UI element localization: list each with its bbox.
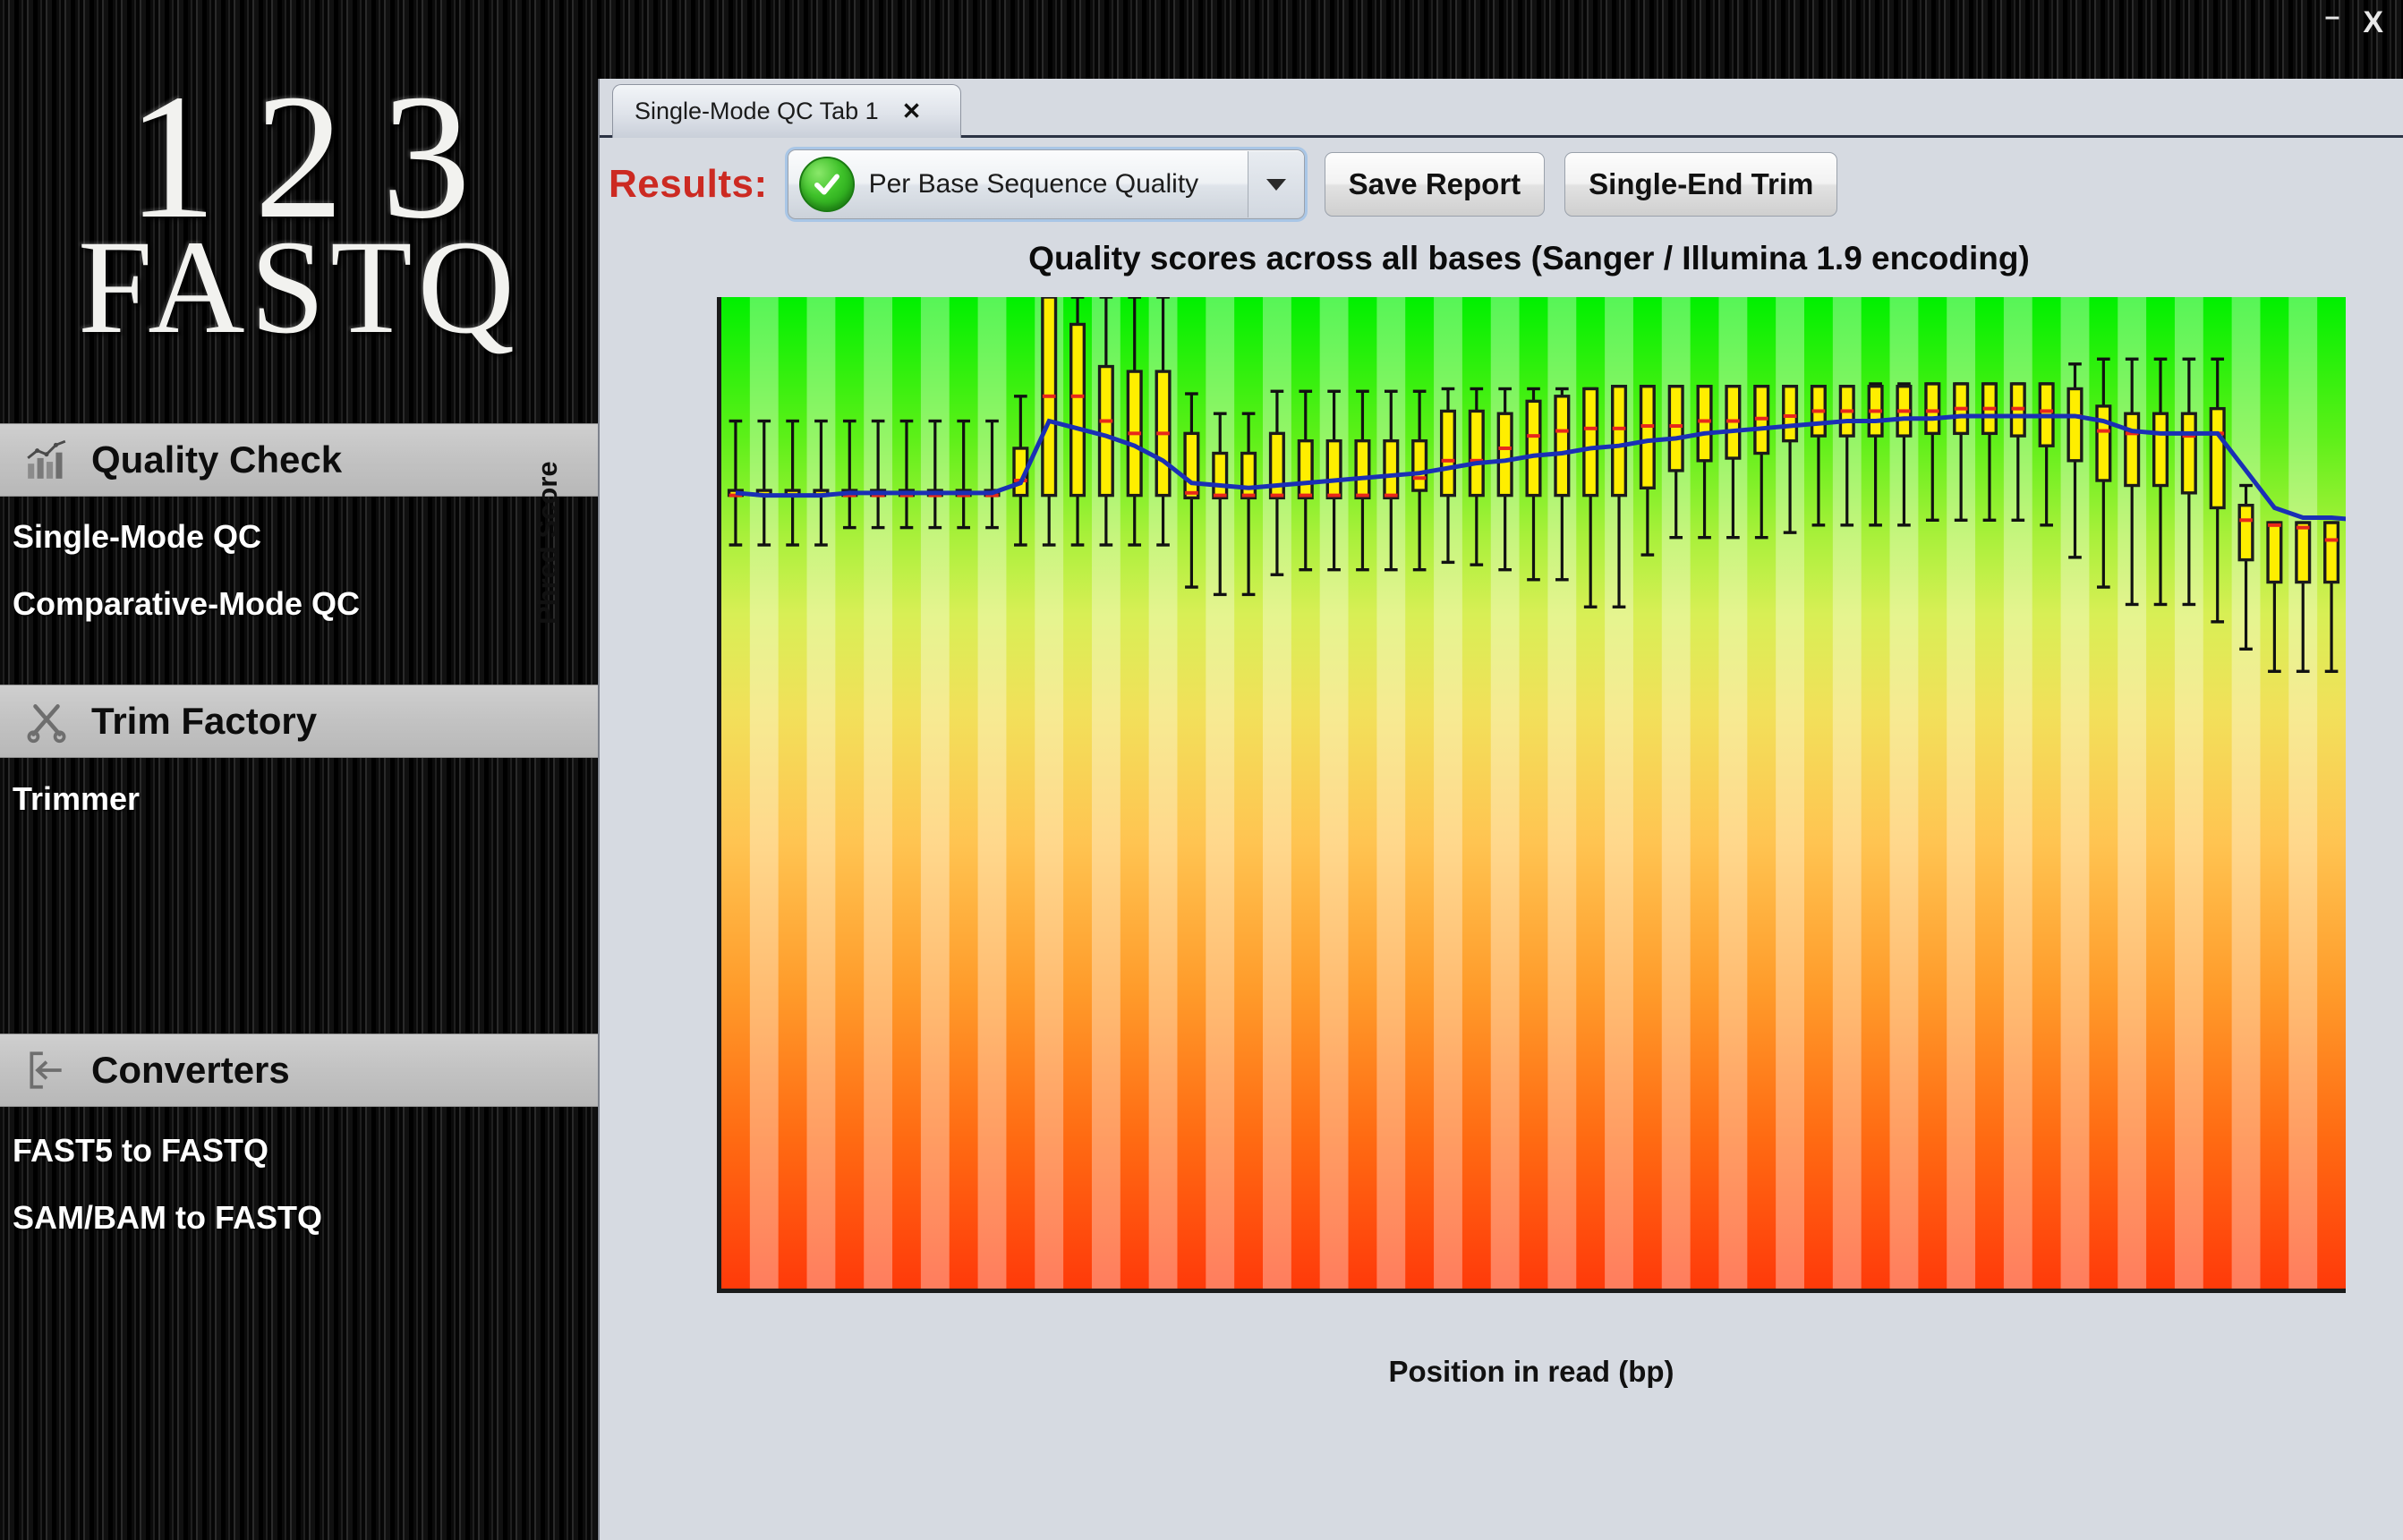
sidebar-item-comparative-mode-qc[interactable]: Comparative-Mode QC [0,570,598,638]
app-logo: 123 FASTQ [0,0,598,423]
sidebar: 123 FASTQ Quality Check Single-Mode QC C… [0,0,598,1540]
sidebar-section-label: Trim Factory [91,700,318,742]
scissors-icon [21,696,72,746]
chart-plot-area: 0246810121416182022242628303234363840135… [717,297,2346,1293]
sidebar-section-label: Quality Check [91,438,343,481]
sidebar-item-label: SAM/BAM to FASTQ [13,1199,322,1236]
sidebar-section-trim-factory[interactable]: Trim Factory [0,685,598,758]
tab-label: Single-Mode QC Tab 1 [635,98,879,124]
sidebar-item-label: FAST5 to FASTQ [13,1132,269,1169]
single-end-trim-button[interactable]: Single-End Trim [1564,152,1838,217]
sidebar-item-label: Comparative-Mode QC [13,585,361,622]
window-controls: – X [2325,4,2383,38]
close-icon[interactable]: X [2363,7,2383,38]
check-circle-icon [798,157,855,212]
sidebar-item-single-mode-qc[interactable]: Single-Mode QC [0,503,598,571]
sidebar-item-label: Single-Mode QC [13,518,261,555]
y-axis-label: Phred Score [532,461,563,625]
results-toolbar: Results: Per Base Sequence Quality Save … [600,138,2403,231]
sidebar-section-label: Converters [91,1049,290,1091]
boxplot-canvas [721,297,2346,1289]
close-icon[interactable]: ✕ [902,98,922,125]
app-window: – X 123 FASTQ Quality Check Single-Mode … [0,0,2403,1540]
sidebar-section-converters[interactable]: Converters [0,1034,598,1107]
bar-chart-icon [21,435,72,485]
logo-wordmark: FASTQ [78,212,520,362]
minimize-icon[interactable]: – [2325,4,2340,30]
per-base-quality-chart: Quality scores across all bases (Sanger … [532,231,2403,1540]
results-label: Results: [609,162,768,206]
tab-strip: Single-Mode QC Tab 1 ✕ [600,79,2403,138]
chevron-down-icon[interactable] [1247,151,1304,217]
chart-title: Quality scores across all bases (Sanger … [1028,240,2030,277]
module-select[interactable]: Per Base Sequence Quality [787,149,1305,219]
sidebar-item-sambam-to-fastq[interactable]: SAM/BAM to FASTQ [0,1184,598,1252]
tab-single-mode-qc-1[interactable]: Single-Mode QC Tab 1 ✕ [612,84,961,138]
sidebar-section-quality-check[interactable]: Quality Check [0,423,598,497]
sidebar-item-trimmer[interactable]: Trimmer [0,765,598,833]
save-report-button[interactable]: Save Report [1324,152,1546,217]
sidebar-item-label: Trimmer [13,780,141,817]
module-select-value: Per Base Sequence Quality [868,169,1199,199]
x-axis-label: Position in read (bp) [1388,1355,1674,1388]
main-panel: Single-Mode QC Tab 1 ✕ Results: Per Base… [532,79,2403,1540]
sidebar-item-fast5-to-fastq[interactable]: FAST5 to FASTQ [0,1117,598,1185]
import-arrow-icon [21,1045,72,1095]
